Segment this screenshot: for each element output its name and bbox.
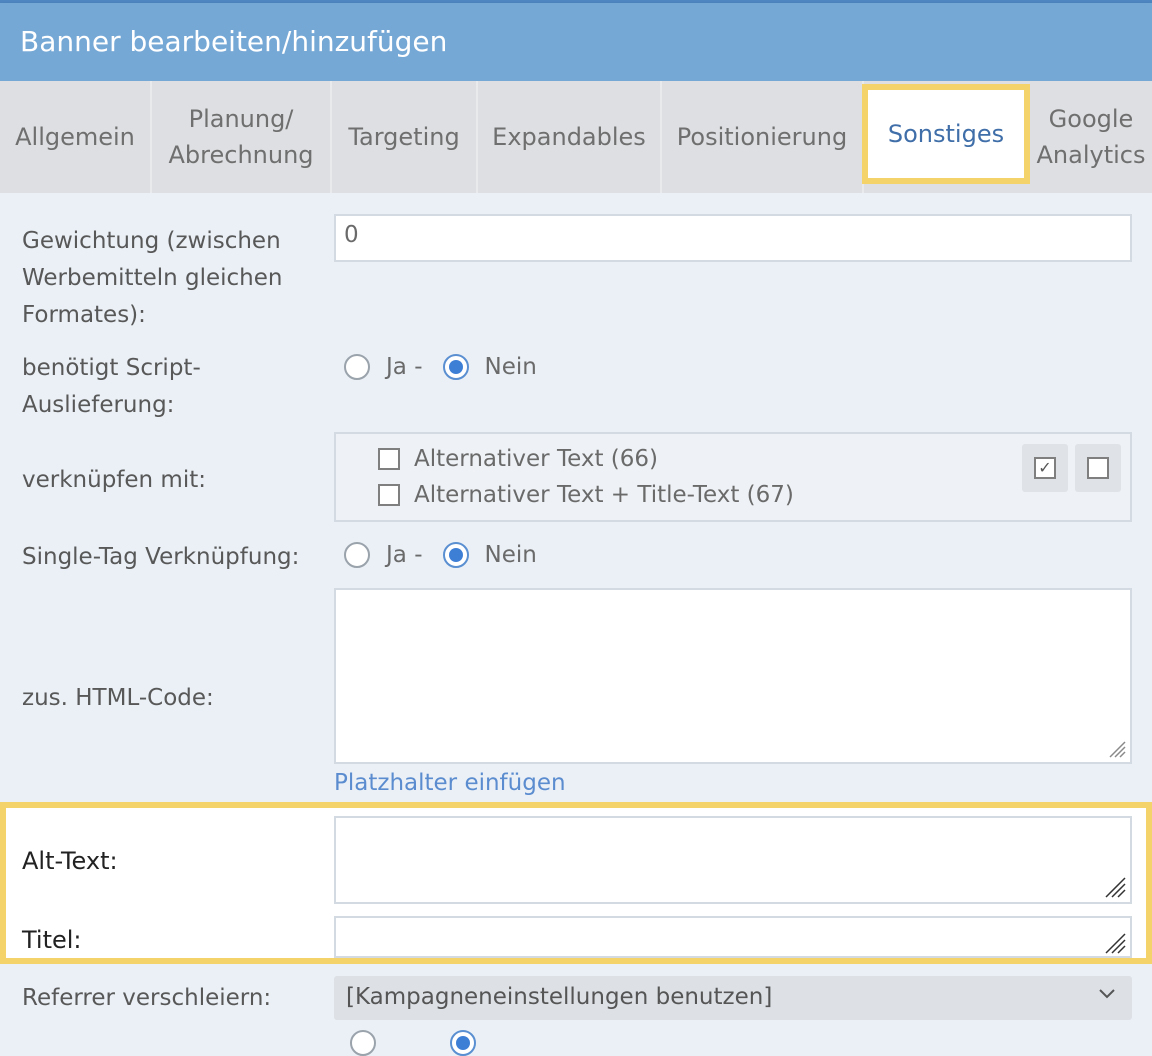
script-delivery-nein-radio[interactable] — [442, 354, 469, 380]
html-code-label: zus. HTML-Code: — [22, 685, 214, 711]
link-with-option-2-checkbox[interactable] — [378, 484, 400, 506]
resize-handle-icon[interactable] — [1102, 874, 1126, 898]
link-with-option-1: Alternativer Text (66) — [378, 446, 658, 472]
tab-expandables[interactable]: Expandables — [478, 81, 662, 193]
link-with-option-1-checkbox[interactable] — [378, 448, 400, 470]
single-tag-radios: Ja - Nein — [344, 542, 537, 568]
dialog-header: Banner bearbeiten/hinzufügen — [0, 3, 1152, 81]
script-delivery-ja-radio[interactable] — [344, 354, 370, 380]
single-tag-nein-label: Nein — [484, 542, 537, 568]
tab-bar: Allgemein Planung/ Abrechnung Targeting … — [0, 81, 1152, 193]
title-label: Titel: — [22, 926, 82, 954]
insert-placeholder-link[interactable]: Platzhalter einfügen — [334, 770, 566, 796]
check-all-icon: ✓ — [1034, 457, 1056, 479]
uncheck-all-icon — [1087, 457, 1109, 479]
tab-google-analytics[interactable]: Google Analytics — [1030, 81, 1152, 193]
select-all-button[interactable]: ✓ — [1022, 444, 1068, 492]
link-with-option-2: Alternativer Text + Title-Text (67) — [378, 482, 794, 508]
script-delivery-radios: Ja - Nein — [344, 354, 537, 380]
partial-radio[interactable] — [350, 1030, 376, 1056]
html-code-textarea[interactable] — [334, 588, 1132, 764]
tab-positionierung[interactable]: Positionierung — [662, 81, 864, 193]
tab-targeting[interactable]: Targeting — [332, 81, 478, 193]
tab-sonstiges[interactable]: Sonstiges — [862, 84, 1030, 184]
tab-allgemein[interactable]: Allgemein — [0, 81, 152, 193]
link-with-option-1-label: Alternativer Text (66) — [414, 446, 658, 472]
chevron-down-icon — [1099, 989, 1115, 999]
dialog-title: Banner bearbeiten/hinzufügen — [20, 25, 448, 58]
partial-radio-checked[interactable] — [450, 1030, 476, 1056]
alt-text-label: Alt-Text: — [22, 847, 118, 875]
title-textarea[interactable] — [334, 916, 1132, 958]
single-tag-label: Single-Tag Verknüpfung: — [22, 544, 300, 570]
referrer-selected-value: [Kampagneneinstellungen benutzen] — [346, 984, 773, 1010]
tab-planung-abrechnung[interactable]: Planung/ Abrechnung — [152, 81, 332, 193]
referrer-select[interactable]: [Kampagneneinstellungen benutzen] — [334, 976, 1132, 1020]
resize-handle-icon[interactable] — [1102, 930, 1126, 954]
alt-text-textarea[interactable] — [334, 816, 1132, 904]
single-tag-ja-label: Ja - — [386, 542, 423, 568]
resize-handle-icon[interactable] — [1106, 738, 1126, 758]
script-delivery-nein-label: Nein — [484, 354, 537, 380]
single-tag-ja-radio[interactable] — [344, 542, 370, 568]
weight-input[interactable]: 0 — [334, 214, 1132, 262]
single-tag-nein-radio[interactable] — [442, 542, 469, 568]
script-delivery-ja-label: Ja - — [386, 354, 423, 380]
script-delivery-label: benötigt Script- Auslieferung: — [22, 355, 201, 418]
link-with-label: verknüpfen mit: — [22, 467, 206, 493]
weight-label: Gewichtung (zwischen Werbemitteln gleich… — [22, 228, 283, 328]
referrer-label: Referrer verschleiern: — [22, 985, 272, 1011]
link-with-option-2-label: Alternativer Text + Title-Text (67) — [414, 482, 794, 508]
select-none-button[interactable] — [1075, 444, 1121, 492]
